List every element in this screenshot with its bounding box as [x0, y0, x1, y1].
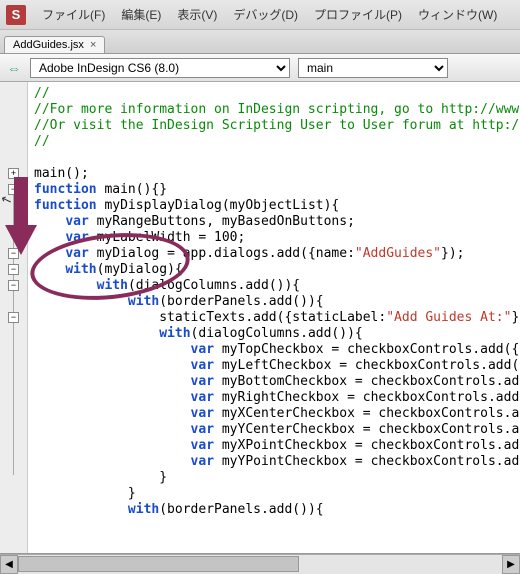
tab-addguides[interactable]: AddGuides.jsx ×: [4, 36, 105, 53]
code-area[interactable]: // //For more information on InDesign sc…: [28, 82, 520, 553]
fold-toggle[interactable]: +: [8, 168, 19, 179]
keyword: var: [191, 438, 214, 453]
keyword: with: [65, 262, 96, 277]
menu-window[interactable]: ウィンドウ(W): [410, 6, 505, 23]
code-text: myLeftCheckbox = checkboxControls.add({s…: [214, 358, 520, 373]
tab-bar: AddGuides.jsx ×: [0, 30, 520, 54]
menu-debug[interactable]: デバッグ(D): [225, 6, 306, 23]
menubar: S ファイル(F) 編集(E) 表示(V) デバッグ(D) プロファイル(P) …: [0, 0, 520, 30]
scope-select[interactable]: main: [298, 58, 448, 78]
code-text: (dialogColumns.add()){: [128, 278, 300, 293]
keyword: function: [34, 198, 97, 213]
keyword: var: [191, 406, 214, 421]
keyword: var: [191, 390, 214, 405]
horizontal-scrollbar[interactable]: ◀ ▶: [0, 554, 520, 574]
code-line: //: [34, 86, 50, 101]
code-text: }: [159, 470, 167, 485]
keyword: function: [34, 182, 97, 197]
code-text: myDisplayDialog(myObjectList){: [97, 198, 340, 213]
keyword: var: [191, 454, 214, 469]
code-text: }: [128, 486, 136, 501]
chain-icon[interactable]: ⇔: [6, 60, 22, 76]
toolbar: ⇔ Adobe InDesign CS6 (8.0) main: [0, 54, 520, 82]
code-text: main(){}: [97, 182, 167, 197]
menu-file[interactable]: ファイル(F): [34, 6, 113, 23]
code-text: (borderPanels.add()){: [159, 294, 323, 309]
keyword: with: [128, 294, 159, 309]
code-text: myRangeButtons, myBasedOnButtons;: [89, 214, 355, 229]
gutter: + − − − − −: [0, 82, 28, 553]
fold-toggle[interactable]: −: [8, 248, 19, 259]
code-text: myYCenterCheckbox = checkboxControls.add…: [214, 422, 520, 437]
code-text: myXCenterCheckbox = checkboxControls.add…: [214, 406, 520, 421]
keyword: var: [191, 358, 214, 373]
string-literal: "AddGuides": [355, 246, 441, 261]
code-text: myBottomCheckbox = checkboxControls.add(…: [214, 374, 520, 389]
keyword: with: [97, 278, 128, 293]
tab-title: AddGuides.jsx: [13, 39, 84, 51]
keyword: var: [65, 246, 88, 261]
keyword: var: [191, 422, 214, 437]
keyword: var: [191, 374, 214, 389]
code-text: });: [441, 246, 464, 261]
scroll-right-icon[interactable]: ▶: [502, 555, 520, 574]
app-logo: S: [6, 5, 26, 25]
keyword: var: [191, 342, 214, 357]
string-literal: "Add Guides At:": [386, 310, 511, 325]
code-text: myXPointCheckbox = checkboxControls.add(…: [214, 438, 520, 453]
code-text: });: [511, 310, 520, 325]
code-line: //Or visit the InDesign Scripting User t…: [34, 118, 520, 133]
scroll-thumb[interactable]: [18, 556, 299, 572]
code-text: myLabelWidth = 100;: [89, 230, 246, 245]
fold-toggle[interactable]: −: [8, 312, 19, 323]
code-line: main();: [34, 166, 89, 181]
scroll-left-icon[interactable]: ◀: [0, 555, 18, 574]
code-text: (myDialog){: [97, 262, 183, 277]
fold-toggle[interactable]: −: [8, 264, 19, 275]
keyword: with: [128, 502, 159, 517]
code-text: myRightCheckbox = checkboxControls.add({…: [214, 390, 520, 405]
code-line: //For more information on InDesign scrip…: [34, 102, 520, 117]
code-text: staticTexts.add({staticLabel:: [159, 310, 386, 325]
editor: + − − − − − ↖ // //For more information …: [0, 82, 520, 554]
fold-toggle[interactable]: −: [8, 280, 19, 291]
menu-edit[interactable]: 編集(E): [113, 6, 169, 23]
menu-view[interactable]: 表示(V): [169, 6, 225, 23]
keyword: var: [65, 230, 88, 245]
keyword: with: [159, 326, 190, 341]
code-text: myDialog = app.dialogs.add({name:: [89, 246, 355, 261]
keyword: var: [65, 214, 88, 229]
code-text: (borderPanels.add()){: [159, 502, 323, 517]
close-icon[interactable]: ×: [90, 39, 96, 51]
code-text: (dialogColumns.add()){: [191, 326, 363, 341]
menu-profile[interactable]: プロファイル(P): [306, 6, 410, 23]
code-text: myYPointCheckbox = checkboxControls.add(…: [214, 454, 520, 469]
target-app-select[interactable]: Adobe InDesign CS6 (8.0): [30, 58, 290, 78]
scroll-track[interactable]: [18, 555, 502, 574]
code-text: myTopCheckbox = checkboxControls.add({st…: [214, 342, 520, 357]
code-line: //: [34, 134, 50, 149]
